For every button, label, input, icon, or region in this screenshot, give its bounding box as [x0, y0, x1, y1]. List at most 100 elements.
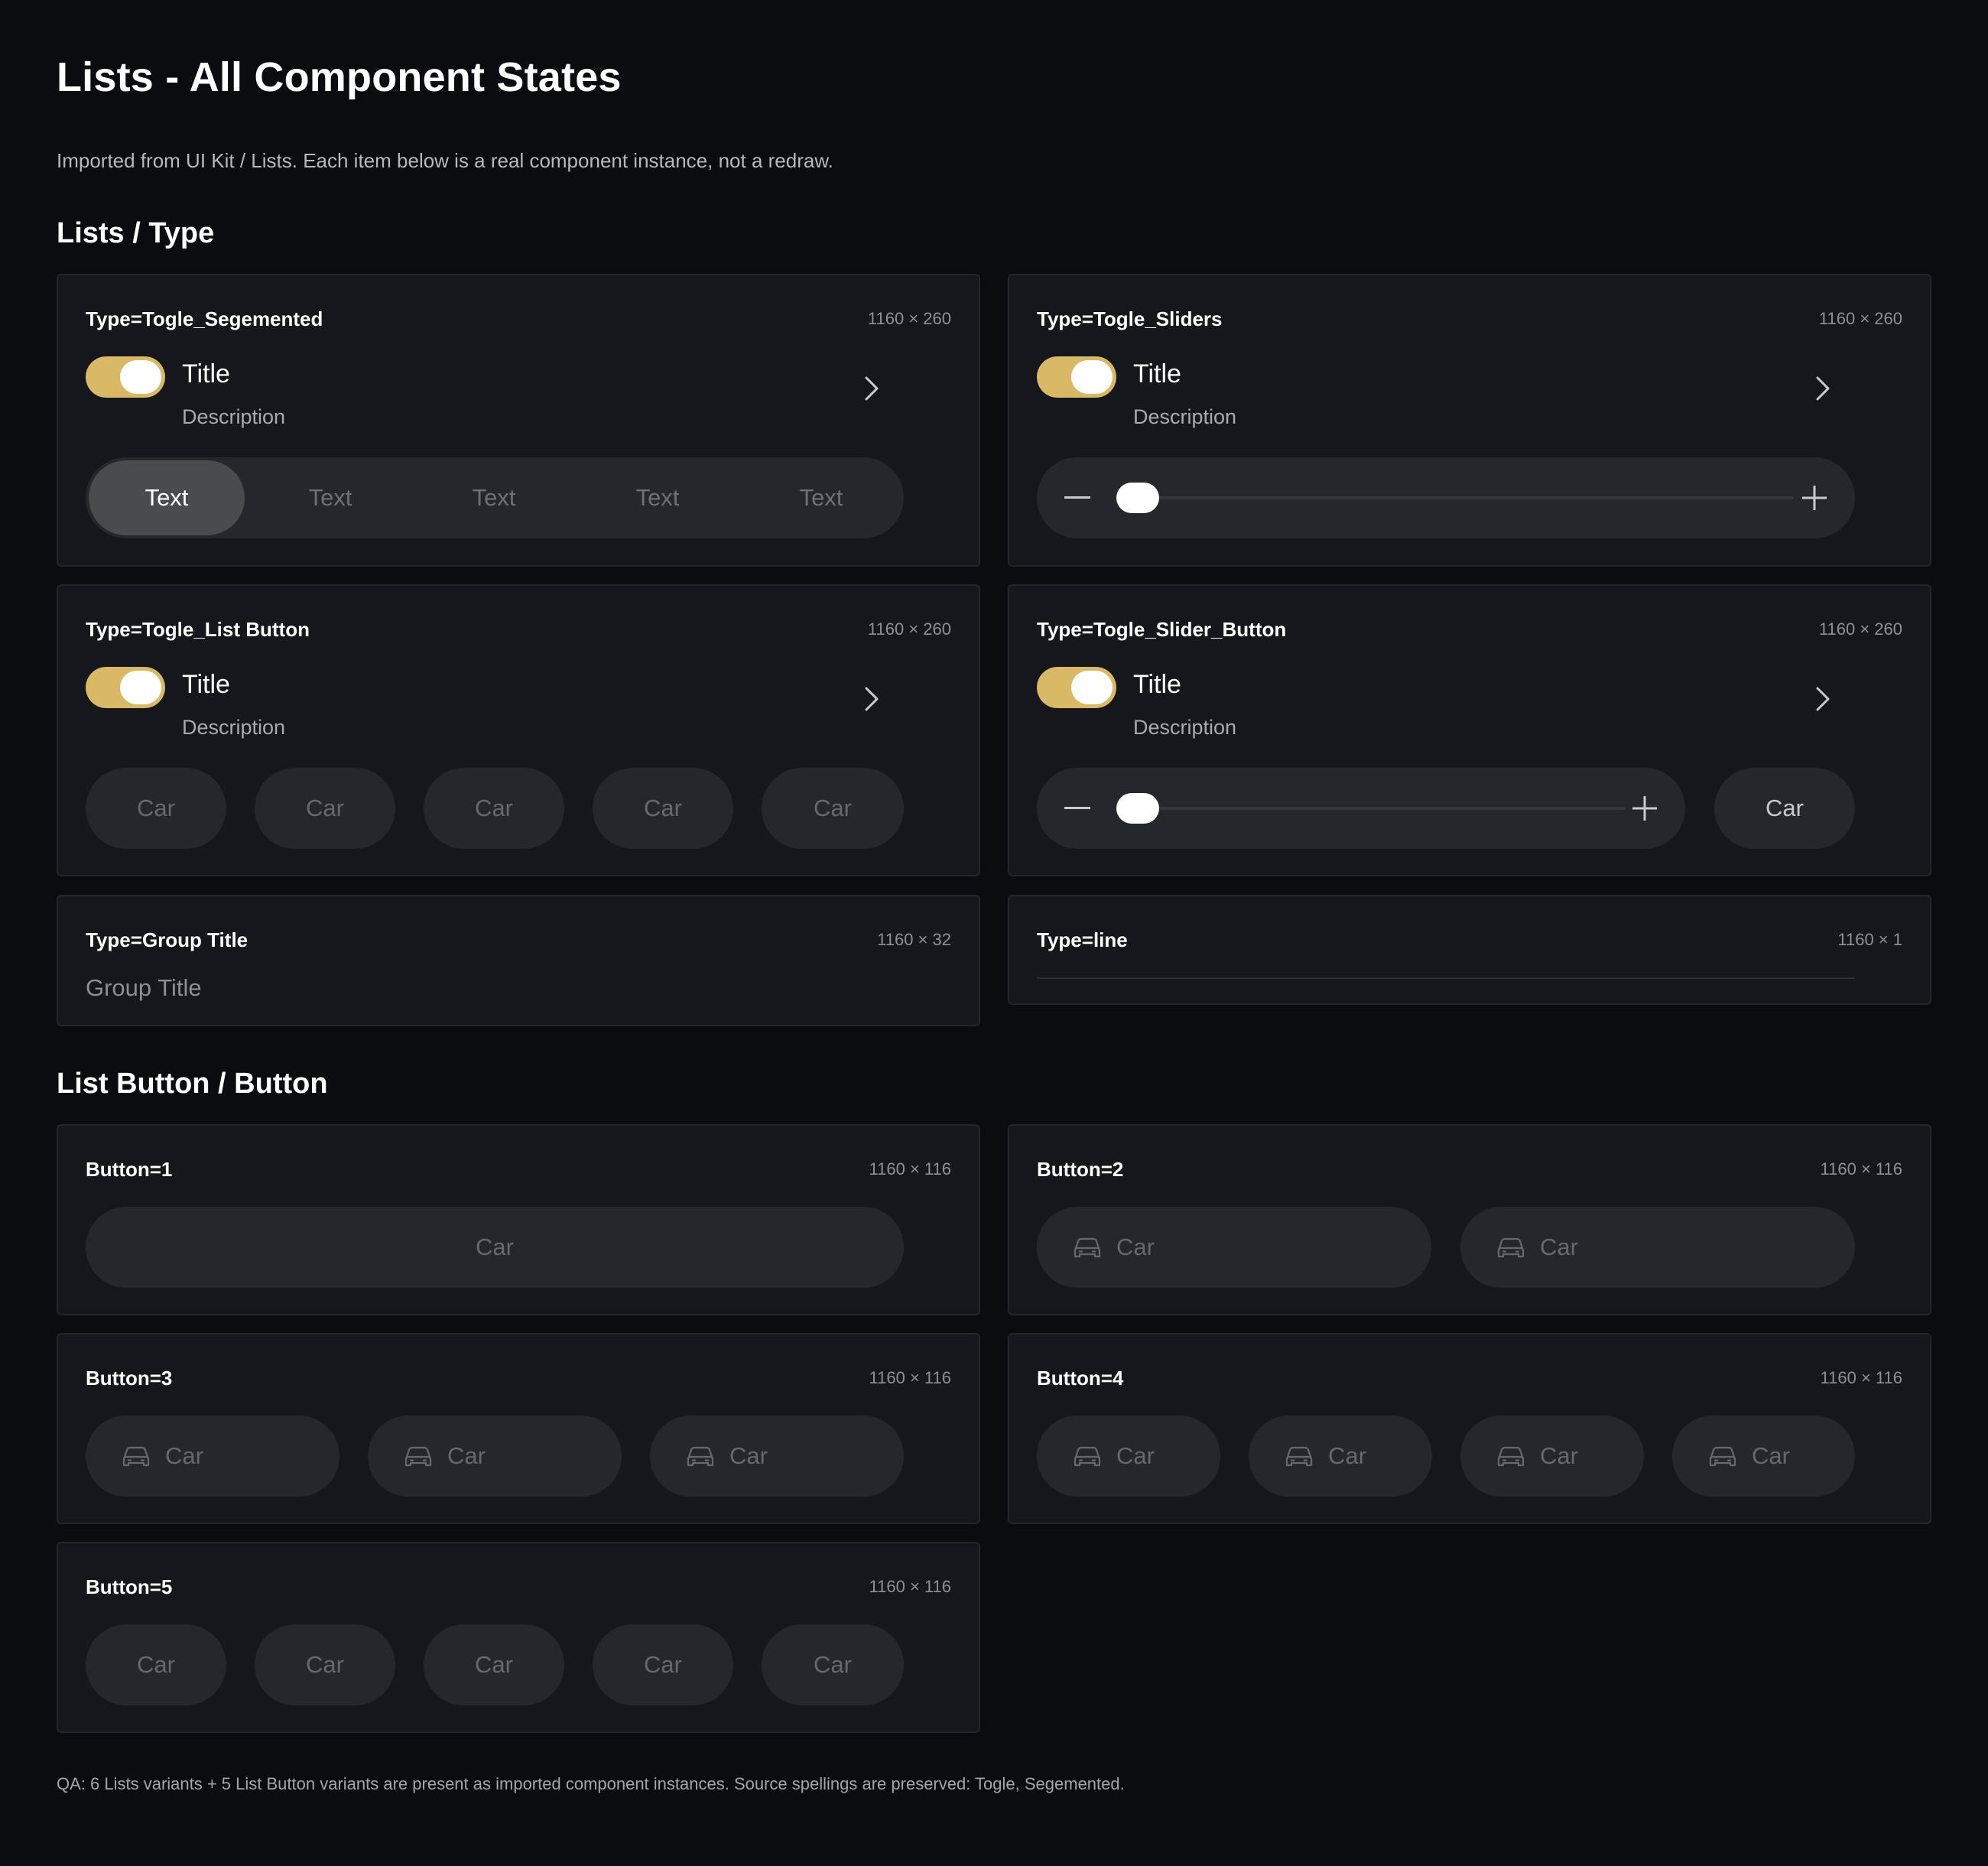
card-label: Type=Togle_Segemented: [86, 307, 323, 330]
slider-thumb[interactable]: [1116, 793, 1159, 824]
row-title: Title: [1133, 359, 1181, 388]
car-icon: [687, 1446, 714, 1467]
list-row[interactable]: Title Description: [86, 356, 904, 440]
chevron-right-icon[interactable]: [1809, 375, 1837, 402]
slider-track[interactable]: [1121, 807, 1626, 810]
segmented-control: Text Text Text Text Text: [86, 457, 904, 538]
toggle-switch[interactable]: [86, 356, 165, 398]
car-icon: [1285, 1446, 1313, 1467]
chevron-right-icon[interactable]: [858, 685, 885, 713]
toggle-switch[interactable]: [1037, 667, 1116, 708]
card-label: Button=4: [1037, 1367, 1124, 1390]
car-button[interactable]: Car: [1460, 1207, 1855, 1288]
car-button[interactable]: Car: [1249, 1416, 1432, 1497]
list-button[interactable]: Car: [255, 768, 395, 849]
card-label: Type=line: [1037, 928, 1128, 951]
car-button[interactable]: Car: [1037, 1207, 1431, 1288]
card-button-4: Button=4 1160 × 116 Car Car Car Car: [1008, 1333, 1931, 1524]
car-button[interactable]: Car: [86, 1624, 226, 1705]
row-description: Description: [1133, 405, 1237, 428]
car-button[interactable]: Car: [255, 1624, 395, 1705]
card-label: Type=Togle_Slider_Button: [1037, 618, 1287, 641]
card-dims: 1160 × 260: [867, 309, 951, 328]
button-label: Car: [1540, 1234, 1578, 1260]
card-button-5: Button=5 1160 × 116 Car Car Car Car Car: [57, 1542, 980, 1733]
card-dims: 1160 × 1: [1837, 930, 1902, 949]
car-icon: [1074, 1237, 1101, 1258]
segment-5[interactable]: Text: [743, 460, 899, 535]
button-label: Car: [447, 1442, 486, 1469]
plus-icon[interactable]: [1801, 485, 1827, 511]
list-row[interactable]: Title Description: [1037, 356, 1855, 440]
card-label: Button=2: [1037, 1158, 1124, 1181]
card-label: Button=5: [86, 1575, 173, 1598]
card-label: Type=Togle_List Button: [86, 618, 310, 641]
car-icon: [1709, 1446, 1736, 1467]
slider-control: [1037, 768, 1685, 849]
toggle-knob: [120, 360, 161, 394]
card-label: Type=Togle_Sliders: [1037, 307, 1223, 330]
toggle-switch[interactable]: [86, 667, 165, 708]
card-label: Button=1: [86, 1158, 173, 1181]
list-button[interactable]: Car: [86, 768, 226, 849]
car-button[interactable]: Car: [86, 1207, 904, 1288]
slider-track[interactable]: [1121, 496, 1794, 499]
car-button[interactable]: Car: [86, 1416, 339, 1497]
chevron-right-icon[interactable]: [858, 375, 885, 402]
row-title: Title: [182, 359, 230, 388]
toggle-knob: [1071, 360, 1113, 394]
car-button[interactable]: Car: [1714, 768, 1855, 849]
button-label: Car: [1752, 1442, 1790, 1469]
car-button[interactable]: Car: [1672, 1416, 1855, 1497]
button-label: Car: [1540, 1442, 1578, 1469]
segment-4[interactable]: Text: [580, 460, 736, 535]
button-label: Car: [1116, 1442, 1155, 1469]
slider-thumb[interactable]: [1116, 483, 1159, 513]
segment-3[interactable]: Text: [416, 460, 572, 535]
plus-icon[interactable]: [1632, 795, 1658, 821]
card-button-3: Button=3 1160 × 116 Car Car Car: [57, 1333, 980, 1524]
card-dims: 1160 × 32: [877, 930, 951, 949]
row-title: Title: [1133, 670, 1181, 699]
list-row[interactable]: Title Description: [86, 667, 904, 751]
card-dims: 1160 × 260: [1818, 619, 1902, 639]
minus-icon[interactable]: [1064, 496, 1090, 499]
car-icon: [404, 1446, 432, 1467]
card-dims: 1160 × 260: [867, 619, 951, 639]
card-dims: 1160 × 116: [869, 1577, 951, 1596]
minus-icon[interactable]: [1064, 807, 1090, 809]
chevron-right-icon[interactable]: [1809, 685, 1837, 713]
segment-2[interactable]: Text: [252, 460, 408, 535]
segment-1[interactable]: Text: [89, 460, 245, 535]
list-button[interactable]: Car: [424, 768, 564, 849]
group-title: Group Title: [86, 974, 202, 1001]
toggle-switch[interactable]: [1037, 356, 1116, 398]
card-label: Type=Group Title: [86, 928, 248, 951]
card-togle-sliders: Type=Togle_Sliders 1160 × 260 Title Desc…: [1008, 274, 1931, 567]
button-label: Car: [1328, 1442, 1366, 1469]
page-title: Lists - All Component States: [57, 54, 622, 100]
list-row[interactable]: Title Description: [1037, 667, 1855, 751]
qa-note: QA: 6 Lists variants + 5 List Button var…: [57, 1774, 1125, 1793]
card-dims: 1160 × 116: [1820, 1159, 1902, 1178]
car-button[interactable]: Car: [368, 1416, 622, 1497]
list-button[interactable]: Car: [762, 768, 904, 849]
car-button[interactable]: Car: [593, 1624, 733, 1705]
section-title-lists-type: Lists / Type: [57, 217, 215, 249]
card-dims: 1160 × 260: [1818, 309, 1902, 328]
card-dims: 1160 × 116: [1820, 1368, 1902, 1387]
button-label: Car: [1116, 1234, 1155, 1260]
list-button[interactable]: Car: [593, 768, 733, 849]
car-button[interactable]: Car: [1460, 1416, 1644, 1497]
car-button[interactable]: Car: [650, 1416, 904, 1497]
car-button[interactable]: Car: [424, 1624, 564, 1705]
car-icon: [1074, 1446, 1101, 1467]
card-button-1: Button=1 1160 × 116 Car: [57, 1124, 980, 1315]
car-button[interactable]: Car: [762, 1624, 904, 1705]
card-line: Type=line 1160 × 1: [1008, 895, 1931, 1005]
card-togle-slider-button: Type=Togle_Slider_Button 1160 × 260 Titl…: [1008, 584, 1931, 876]
card-dims: 1160 × 116: [869, 1159, 951, 1178]
button-label: Car: [165, 1442, 203, 1469]
car-icon: [1497, 1446, 1525, 1467]
car-button[interactable]: Car: [1037, 1416, 1220, 1497]
